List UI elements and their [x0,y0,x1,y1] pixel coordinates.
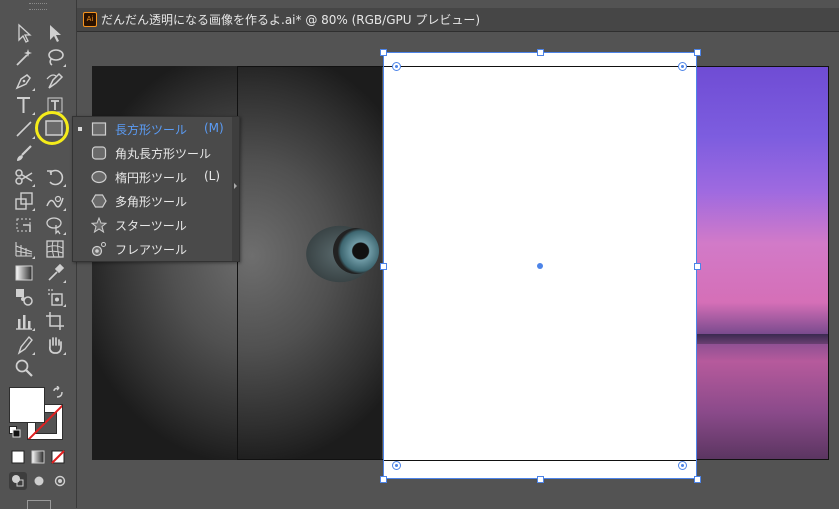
corner-widget-bottom-left[interactable] [392,461,401,470]
corner-widget-bottom-right[interactable] [678,461,687,470]
panel-grip[interactable] [29,3,47,10]
artboard-edge-bottom [384,460,696,461]
handle-top-left[interactable] [380,49,387,56]
artboard-tool-icon[interactable] [44,310,66,332]
flyout-item-label: 角丸長方形ツール [115,147,212,161]
flare-icon [91,241,107,257]
handle-middle-right[interactable] [694,263,701,270]
flyout-item-label: 長方形ツール [115,123,188,137]
shape-builder-tool-icon[interactable] [44,214,66,236]
slice-tool-icon[interactable] [13,334,35,356]
document-title: だんだん透明になる画像を作るよ.ai* @ 80% (RGB/GPU プレビュー… [101,13,481,27]
lasso-tool-icon[interactable] [44,46,66,68]
free-transform-tool-icon[interactable] [13,214,35,236]
center-point [537,263,543,269]
type-tool-icon[interactable] [13,94,35,116]
flyout-item-polygon[interactable]: 多角形ツール [73,189,232,213]
document-tab[interactable]: Ai だんだん透明になる画像を作るよ.ai* @ 80% (RGB/GPU プレ… [77,8,839,32]
eyedropper-tool-icon[interactable] [44,262,66,284]
gradient-tool-icon[interactable] [13,262,35,284]
hand-tool-icon[interactable] [44,334,66,356]
tear-off-arrow-icon [234,183,237,189]
draw-normal-icon[interactable] [9,472,27,490]
curvature-tool-icon[interactable] [44,70,66,92]
scissors-tool-icon[interactable] [13,166,35,188]
shape-tools-flyout: 長方形ツール (M) 角丸長方形ツール 楕円形ツール (L) 多角形ツール スタ… [72,116,240,262]
gradient-mode-icon[interactable] [31,450,45,464]
tools-panel [0,0,77,509]
zoom-tool-icon[interactable] [13,357,35,379]
handle-bottom-right[interactable] [694,476,701,483]
flyout-item-star[interactable]: スターツール [73,213,232,237]
mesh-tool-icon[interactable] [44,238,66,260]
perspective-grid-tool-icon[interactable] [13,238,35,260]
draw-behind-icon[interactable] [30,472,48,490]
flyout-item-label: 多角形ツール [115,195,188,209]
active-tool-highlight-circle [35,111,69,145]
rotate-tool-icon[interactable] [44,166,66,188]
pen-tool-icon[interactable] [13,70,35,92]
flyout-item-label: フレアツール [115,243,188,257]
paintbrush-tool-icon[interactable] [13,142,35,164]
fill-color-swatch[interactable] [9,387,45,423]
rectangle-icon [91,121,107,137]
blend-tool-icon[interactable] [13,286,35,308]
draw-inside-icon[interactable] [51,472,69,490]
handle-bottom-center[interactable] [537,476,544,483]
corner-widget-top-right[interactable] [678,62,687,71]
none-mode-icon[interactable] [51,450,65,464]
column-graph-tool-icon[interactable] [13,310,35,332]
flyout-item-rectangle[interactable]: 長方形ツール (M) [73,117,232,141]
selection-tool-icon[interactable] [13,22,35,44]
default-fill-stroke-icon[interactable] [9,426,21,438]
flyout-item-shortcut: (L) [204,169,221,183]
selected-bullet [78,127,82,131]
handle-middle-left[interactable] [380,263,387,270]
scale-tool-icon[interactable] [13,190,35,212]
flyout-item-rounded-rectangle[interactable]: 角丸長方形ツール [73,141,232,165]
flyout-item-ellipse[interactable]: 楕円形ツール (L) [73,165,232,189]
symbol-sprayer-tool-icon[interactable] [44,286,66,308]
flyout-item-shortcut: (M) [204,121,224,135]
direct-selection-tool-icon[interactable] [44,22,66,44]
magic-wand-tool-icon[interactable] [13,46,35,68]
warp-tool-icon[interactable] [44,190,66,212]
rounded-rectangle-icon [91,145,107,161]
illustrator-file-icon: Ai [83,12,97,27]
handle-bottom-left[interactable] [380,476,387,483]
corner-widget-top-left[interactable] [392,62,401,71]
flyout-item-flare[interactable]: フレアツール [73,237,232,261]
handle-top-center[interactable] [537,49,544,56]
swap-fill-stroke-icon[interactable] [51,386,65,400]
star-icon [91,217,107,233]
flyout-item-label: スターツール [115,219,187,233]
polygon-icon [91,193,107,209]
line-segment-tool-icon[interactable] [13,118,35,140]
handle-top-right[interactable] [694,49,701,56]
flyout-item-label: 楕円形ツール [115,171,188,185]
color-mode-icon[interactable] [11,450,25,464]
ellipse-icon [91,169,107,185]
artboard-edge-top [384,66,696,67]
tear-off-strip[interactable] [232,117,239,261]
